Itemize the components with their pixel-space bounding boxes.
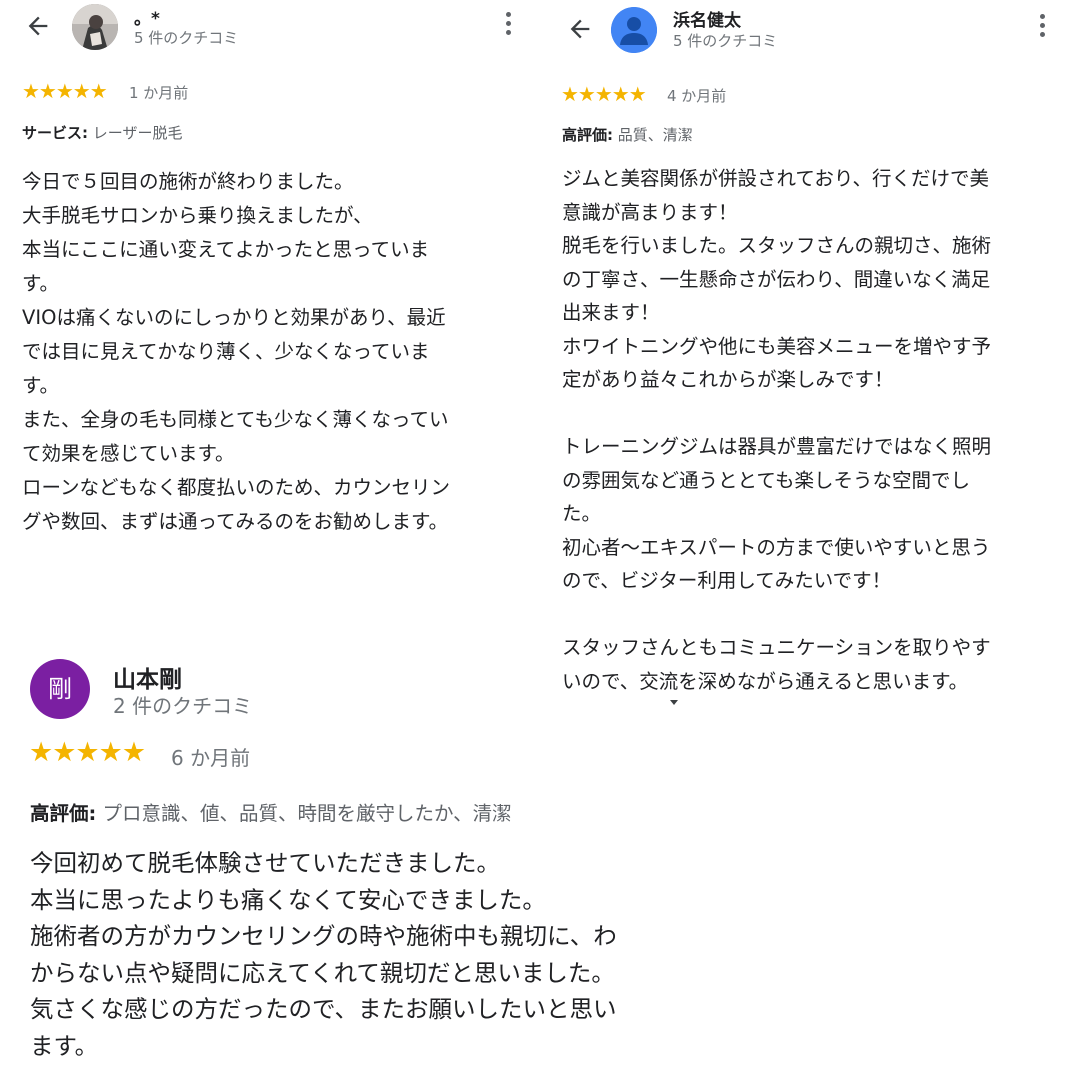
review-text-line: 初心者〜エキスパートの方まで使いやすいと思う: [562, 535, 991, 559]
more-options-icon[interactable]: [1030, 10, 1054, 50]
service-highlight: サービス: レーザー脱毛: [22, 122, 182, 143]
review-text-line: 意識が高まります！: [562, 200, 738, 224]
review-text-line: て効果を感じています。: [22, 442, 235, 465]
review-text-line: [562, 598, 991, 632]
review-count: 2 件のクチコミ: [113, 694, 253, 718]
highlight-value: レーザー脱毛: [88, 124, 183, 142]
review-text-line: 気さくな感じの方だったので、またお願いしたいと思い: [30, 995, 617, 1023]
review-text-line: 大手脱毛サロンから乗り換えましたが、: [22, 204, 373, 227]
review-text-line: 今回初めて脱毛体験させていただきました。: [30, 849, 500, 877]
review-count: 5 件のクチコミ: [134, 29, 239, 47]
review-text: 今日で５回目の施術が終わりました。 大手脱毛サロンから乗り換えましたが、 本当に…: [22, 165, 450, 539]
quality-highlight: 高評価: 品質、清潔: [562, 124, 693, 145]
star-rating: ★★★★★: [29, 737, 146, 768]
review-text-line: ます。: [30, 1031, 99, 1060]
quality-highlight: 高評価: プロ意識、値、品質、時間を厳守したか、清潔: [30, 797, 512, 826]
review-text-line: ジムと美容関係が併設されており、行くだけで美: [562, 167, 990, 190]
back-arrow-icon[interactable]: [560, 9, 600, 49]
highlight-label: サービス:: [22, 124, 88, 142]
highlight-value: プロ意識、値、品質、時間を厳守したか、清潔: [96, 802, 512, 825]
review-text-line: 本当に思ったよりも痛くなくて安心できました。: [30, 885, 546, 914]
reviewer-name[interactable]: 山本剛: [113, 660, 182, 694]
review-text-line: 本当にここに通い変えてよかったと思っていま: [22, 238, 430, 261]
review-card-3: 剛 山本剛 2 件のクチコミ ★★★★★ 6 か月前 高評価: プロ意識、値、品…: [0, 640, 720, 1080]
review-text-line: グや数回、まずは通ってみるのをお勧めします。: [22, 510, 449, 533]
review-card-1: 。* 5 件のクチコミ ★★★★★ 1 か月前 サービス: レーザー脱毛 今日で…: [0, 0, 540, 620]
review-text-line: トレーニングジムは器具が豊富だけではなく照明: [562, 435, 992, 458]
highlight-label: 高評価:: [30, 802, 97, 825]
review-text-line: 今日で５回目の施術が終わりました。: [22, 170, 354, 193]
highlight-value: 品質、清潔: [613, 126, 693, 144]
review-text-line: 定があり益々これからが楽しみです！: [562, 368, 894, 391]
review-text-line: の丁寧さ、一生懸命さが伝わり、間違いなく満足: [562, 267, 991, 291]
review-text-line: VIOは痛くないのにしっかりと効果があり、最近: [22, 306, 446, 329]
review-date: 6 か月前: [171, 746, 251, 770]
reviewer-avatar[interactable]: [611, 7, 657, 53]
review-text-line: す。: [22, 272, 60, 295]
review-text-line: た。: [562, 502, 602, 525]
star-rating: ★★★★★: [561, 82, 647, 106]
review-text: ジムと美容関係が併設されており、行くだけで美 意識が高まります！ 脱毛を行いまし…: [562, 162, 991, 698]
review-count: 5 件のクチコミ: [673, 32, 778, 50]
review-text-line: ホワイトニングや他にも美容メニューを増やす予: [562, 334, 992, 358]
back-arrow-icon[interactable]: [18, 6, 58, 46]
avatar-letter: 剛: [48, 675, 72, 703]
review-text: 今回初めて脱毛体験させていただきました。 本当に思ったよりも痛くなくて安心できま…: [30, 845, 617, 1064]
review-text-line: の雰囲気など通うととても楽しそうな空間でし: [562, 468, 970, 492]
review-text-line: 出来ます！: [562, 301, 660, 324]
reviewer-avatar[interactable]: 剛: [30, 659, 90, 719]
review-text-line: 脱毛を行いました。スタッフさんの親切さ、施術: [562, 234, 992, 257]
review-text-line: では目に見えてかなり薄く、少なくなっていま: [22, 340, 430, 363]
review-text-line: ローンなどもなく都度払いのため、カウンセリン: [22, 476, 451, 499]
more-options-icon[interactable]: [496, 8, 520, 48]
review-date: 4 か月前: [667, 87, 727, 105]
review-text-line: す。: [22, 374, 60, 397]
review-date: 1 か月前: [129, 84, 189, 102]
review-text-line: からない点や疑問に応えてくれて親切だと思いました。: [30, 958, 615, 987]
highlight-label: 高評価:: [562, 126, 613, 144]
review-text-line: また、全身の毛も同様とても少なく薄くなってい: [22, 408, 449, 431]
review-text-line: ので、ビジター利用してみたいです！: [562, 569, 892, 592]
review-text-line: [562, 397, 991, 431]
review-card-2: 浜名健太 5 件のクチコミ ★★★★★ 4 か月前 高評価: 品質、清潔 ジムと…: [540, 0, 1080, 720]
reviewer-name[interactable]: 浜名健太: [673, 6, 741, 31]
review-text-line: 施術者の方がカウンセリングの時や施術中も親切に、わ: [30, 922, 617, 950]
star-rating: ★★★★★: [22, 79, 108, 103]
reviewer-name[interactable]: 。*: [134, 4, 160, 29]
reviewer-avatar[interactable]: [72, 4, 118, 50]
